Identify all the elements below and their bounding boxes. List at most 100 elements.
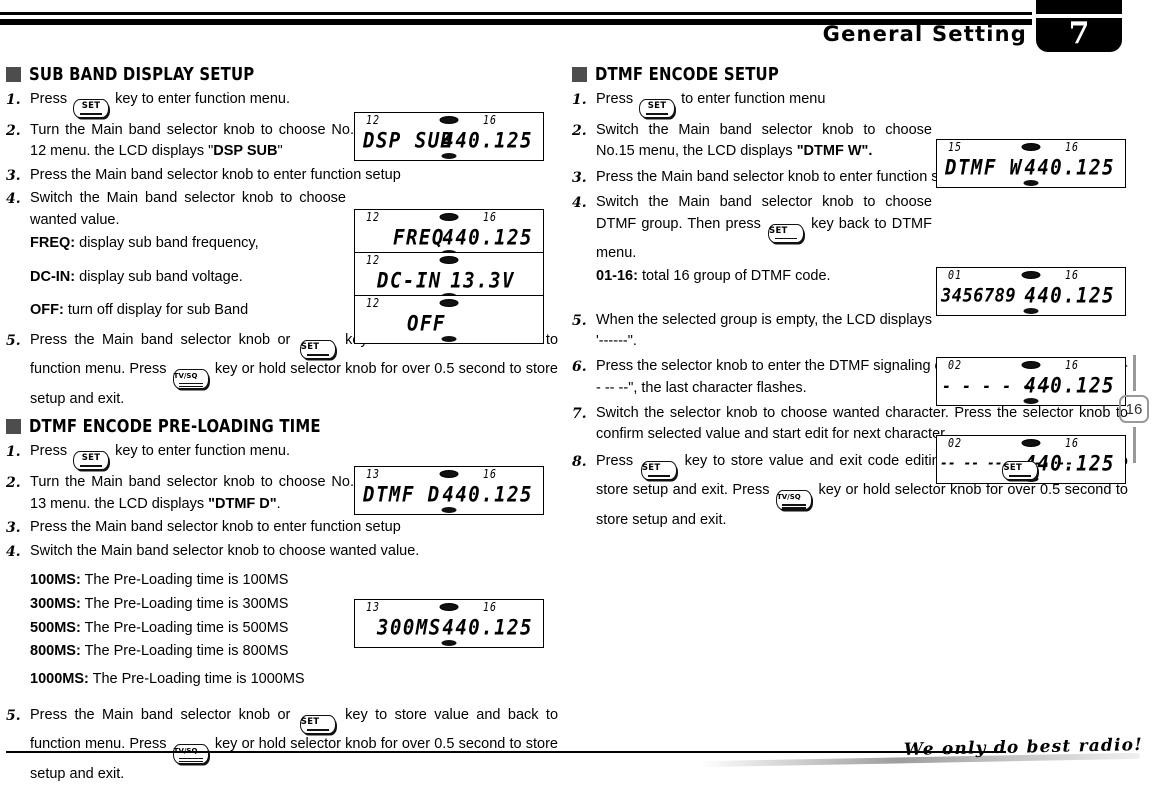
step-text: Switch the Main band selector knob to ch… [596,122,932,160]
step-number: 4. [6,191,21,208]
lcd-bottom-row [937,308,1125,319]
set-key-icon[interactable]: SET [299,340,336,360]
set-key-icon[interactable]: SET [73,451,110,471]
lcd-display-off: 12 OFF [354,295,544,344]
section-bullet-icon [6,419,21,435]
step-text: Switch the Main band selector knob to ch… [30,542,420,559]
lcd-top-row: 02 16 [937,436,1125,451]
lcd-left-text: FREQ [393,225,445,250]
lcd-bottom-row [355,336,543,347]
set-key-icon[interactable]: SET [73,99,110,118]
option-label: 01-16: [596,267,638,284]
lcd-antenna-icon [1021,361,1041,369]
lcd-menu-number: 12 [366,211,381,225]
step-number: 2. [572,123,587,139]
list-item: 1. Press SET key to enter function menu. [6,441,354,471]
lcd-display-empty-group: 02 16 - - - - - - 440.125 [936,357,1126,406]
lcd-status-icon [441,153,457,159]
marker-bar-bottom [1132,427,1136,463]
tvsq-key-icon[interactable]: TV/SQ [775,490,812,511]
lcd-left-text: DTMF W [945,155,1023,180]
step-number: 3. [572,169,587,186]
option-desc: The Pre-Loading time is 300MS [84,595,289,612]
lcd-display-dtmf-code: 01 16 3456789 440.125 [936,267,1126,316]
set-key-icon[interactable]: SET [639,99,676,118]
lcd-display-dtmf-w: 15 16 DTMF W 440.125 [936,139,1126,188]
lcd-antenna-icon [439,470,459,479]
set-key-icon[interactable]: SET [1002,461,1039,481]
lcd-top-row: 13 16 [355,467,543,482]
lcd-main-row: FREQ 440.125 [355,225,543,250]
step-emphasis: DSP SUB [213,143,278,160]
lcd-top-row: 12 [355,296,543,311]
tvsq-key-icon[interactable]: TV/SQ [172,369,209,390]
option-freq: FREQ: display sub band frequency, [30,233,360,255]
option-label: FREQ: [30,234,76,251]
lcd-right-text: 440.125 [1024,155,1115,180]
list-item: 4. Switch the Main band selector knob to… [6,188,346,231]
list-item: 4. Switch the Main band selector knob to… [6,541,558,563]
lcd-band-number: 16 [482,211,497,225]
lcd-menu-number: 12 [366,254,381,268]
lcd-menu-number: 02 [948,359,963,373]
lcd-top-row: 12 [355,253,543,268]
lcd-top-row: 13 16 [355,600,543,615]
option-desc: display sub band frequency, [79,234,259,251]
header-rule-top [0,12,1032,15]
lcd-status-icon [1023,398,1039,404]
step-number: 1. [572,92,587,108]
right-section1-body: 15 16 DTMF W 440.125 1. Press SET to ent… [572,89,1128,532]
list-item: 1. Press SET to enter function menu [572,89,932,118]
option-desc: The Pre-Loading time is 500MS [84,619,289,636]
right-column: DTMF ENCODE SETUP 15 16 DTMF W 440.125 1… [572,58,1128,534]
step-text: Press the Main band selector knob to ent… [30,166,401,183]
lcd-antenna-icon [439,299,459,307]
option-label: 100MS: [30,572,81,589]
lcd-main-row: DC-IN 13.3V [355,268,543,293]
lcd-antenna-icon [439,213,459,221]
option-off: OFF: turn off display for sub Band [30,300,370,322]
set-key-icon[interactable]: SET [768,223,805,243]
lcd-bottom-row [937,398,1125,409]
step-text: Switch the Main band selector knob to ch… [30,190,346,228]
lcd-menu-number: 13 [366,601,381,616]
left-column: SUB BAND DISPLAY SETUP 12 16 DSP SUB 440… [6,58,558,787]
option-desc: turn off display for sub Band [67,302,249,319]
option-1000ms: 1000MS: The Pre-Loading time is 1000MS [30,669,558,691]
lcd-bottom-row [355,153,543,164]
lcd-right-text: 440.125 [442,225,533,250]
option-100ms: 100MS: The Pre-Loading time is 100MS [30,570,558,592]
lcd-right-text: 440.125 [1024,283,1115,308]
option-label: OFF: [30,302,64,319]
lcd-status-icon [441,640,457,647]
step-number: 4. [6,543,21,560]
set-key-icon[interactable]: SET [640,461,677,481]
step-text: When the selected group is empty, the LC… [596,311,932,349]
option-desc: total 16 group of DTMF code. [641,267,831,284]
lcd-main-row: - - - - - - 440.125 [937,373,1125,398]
lcd-antenna-icon [1021,271,1041,279]
page-header: General Setting 7 [0,0,1155,58]
step-number: 8. [572,454,587,471]
lcd-band-number: 16 [482,468,497,483]
lcd-main-row: 300MS 440.125 [355,615,543,641]
lcd-band-number: 16 [1064,141,1079,155]
step-number: 1. [6,92,21,108]
footer-rule [6,750,1006,753]
lcd-top-row: 12 16 [355,210,543,225]
lcd-display-dsp-sub: 12 16 DSP SUB 440.125 [354,112,544,161]
lcd-menu-number: 15 [948,141,963,155]
lcd-main-row: 3456789 440.125 [937,283,1125,308]
section-title: DTMF ENCODE SETUP [595,64,779,85]
lcd-left-text: DTMF D [363,482,441,508]
lcd-menu-number: 12 [366,114,381,128]
list-item: 3. Press the Main band selector knob to … [6,165,558,187]
lcd-top-row: 01 16 [937,268,1125,283]
lcd-status-icon [441,507,457,514]
lcd-left-text: 300MS [377,615,442,641]
lcd-band-number: 16 [482,601,497,616]
lcd-bottom-row [937,180,1125,191]
section-header-dtmf-encode-pre-loading-time: DTMF ENCODE PRE-LOADING TIME [6,416,558,437]
page-number-marker: 16 [1117,355,1151,463]
section-bullet-icon [6,67,21,82]
